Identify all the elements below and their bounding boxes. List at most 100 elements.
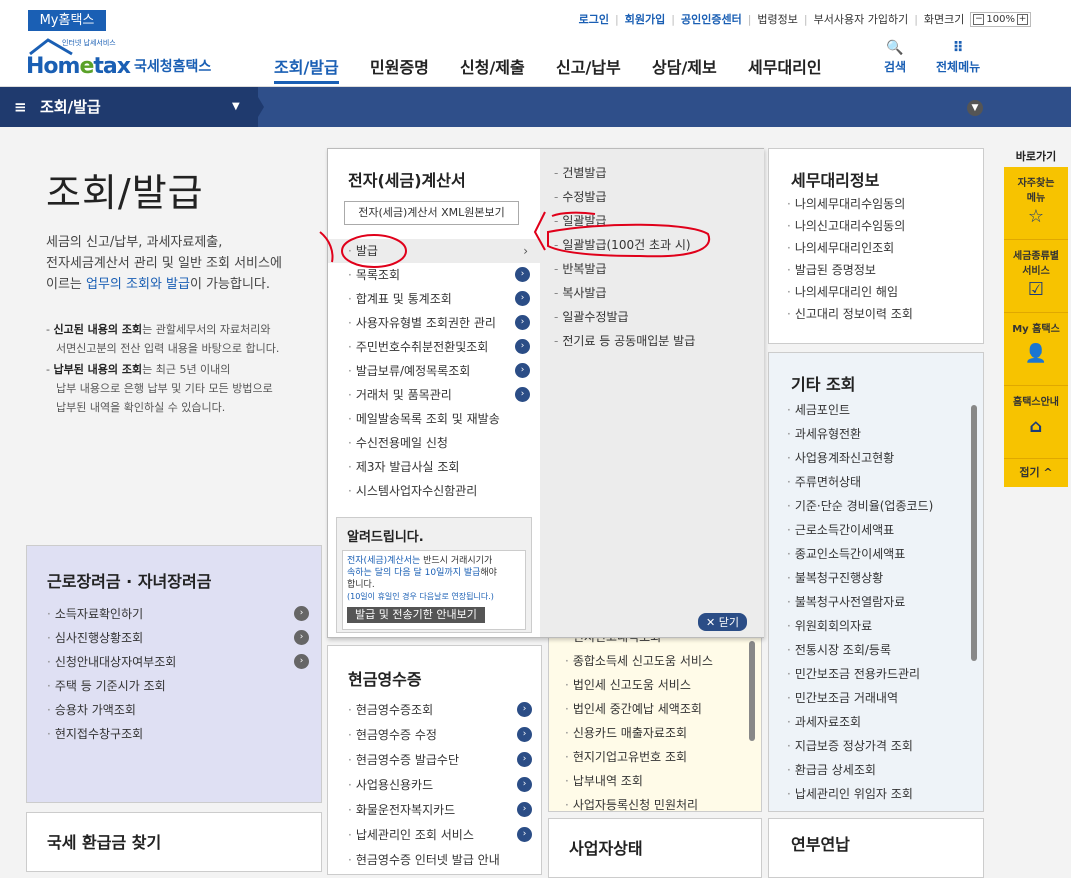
list-item[interactable]: · 시스템사업자수신함관리 bbox=[328, 479, 540, 503]
quick-my-hometax[interactable]: My 홈택스 👤 bbox=[1004, 313, 1068, 386]
list-item[interactable]: · 근로소득간이세액표 bbox=[787, 518, 967, 542]
list-item[interactable]: · 제3자 발급사실 조회 bbox=[328, 455, 540, 479]
list-item[interactable]: · 주택 등 기준시가 조회 bbox=[47, 674, 309, 698]
nav-inquiry-issue[interactable]: 조회/발급 bbox=[274, 54, 339, 84]
list-item[interactable]: · 신용카드 매출자료조회 bbox=[565, 721, 749, 745]
list-item[interactable]: · 민간보조금 전용카드관리 bbox=[787, 662, 967, 686]
submenu-item[interactable]: - 전기료 등 공동매입분 발급 bbox=[554, 329, 754, 353]
logo-name: 국세청홈택스 bbox=[133, 59, 212, 75]
list-item[interactable]: · 과세자료조회 bbox=[787, 710, 967, 734]
quick-frequent-menu[interactable]: 자주찾는 메뉴 ☆ bbox=[1004, 167, 1068, 240]
einvoice-submenu-list: - 건별발급 - 수정발급 - 일괄발급 - 일괄발급(100건 초과 시) - 반복발급… bbox=[554, 161, 754, 353]
list-item[interactable]: · 메일발송목록 조회 및 재발송 bbox=[328, 407, 540, 431]
yearend-title: 연부연납 bbox=[791, 835, 850, 854]
login-link[interactable]: 로그인 bbox=[579, 11, 609, 27]
list-item[interactable]: · 나의세무대리수임동의 bbox=[787, 193, 977, 215]
list-item[interactable]: · 현금영수증 발급수단 › bbox=[348, 748, 532, 773]
inquiry-issue-link[interactable]: 업무의 조회와 발급 bbox=[86, 277, 190, 292]
search-button[interactable]: 🔍 검색 bbox=[884, 40, 906, 75]
dept-user-signup-link[interactable]: 부서사용자 가입하기 bbox=[814, 11, 909, 27]
list-item[interactable]: · 나의세무대리인 해임 bbox=[787, 281, 977, 303]
xml-view-button[interactable]: 전자(세금)계산서 XML원본보기 bbox=[344, 201, 519, 225]
submenu-item[interactable]: - 일괄발급(100건 초과 시) bbox=[554, 233, 754, 257]
list-item[interactable]: · 납세관리인 위임자 조회 bbox=[787, 782, 967, 806]
list-item[interactable]: · 세금포인트 bbox=[787, 398, 967, 422]
list-item[interactable]: · 현지접수창구조회 bbox=[47, 722, 309, 746]
list-item[interactable]: · 화물운전자복지카드 › bbox=[348, 798, 532, 823]
all-menu-button[interactable]: ⠿ 전체메뉴 bbox=[936, 40, 980, 75]
list-item[interactable]: · 소득자료확인하기 › bbox=[47, 602, 309, 626]
menu-icon: ≡ bbox=[14, 98, 27, 116]
list-item[interactable]: · 과세유형전환 bbox=[787, 422, 967, 446]
scrollbar[interactable] bbox=[749, 641, 755, 741]
list-item[interactable]: · 심사진행상황조회 › bbox=[47, 626, 309, 650]
submenu-item[interactable]: - 건별발급 bbox=[554, 161, 754, 185]
list-item[interactable]: · 법인세 중간예납 세액조회 bbox=[565, 697, 749, 721]
list-item[interactable]: · 목록조회 › bbox=[328, 263, 540, 287]
tax-agent-title: 세무대리정보 bbox=[791, 171, 880, 190]
close-dropdown-button[interactable]: ✕ 닫기 bbox=[698, 613, 747, 631]
expand-circle-icon[interactable]: ▼ bbox=[967, 100, 983, 116]
list-item[interactable]: · 나의세무대리인조회 bbox=[787, 237, 977, 259]
list-item[interactable]: · 발급보류/예정목록조회 › bbox=[328, 359, 540, 383]
submenu-item[interactable]: - 일괄수정발급 bbox=[554, 305, 754, 329]
submenu-item[interactable]: - 반복발급 bbox=[554, 257, 754, 281]
nav-civil-cert[interactable]: 민원증명 bbox=[370, 54, 429, 78]
list-item[interactable]: · 거래처 및 품목관리 › bbox=[328, 383, 540, 407]
list-item[interactable]: · 수신전용메일 신청 bbox=[328, 431, 540, 455]
zoom-in-icon[interactable]: + bbox=[1017, 13, 1028, 25]
list-item[interactable]: · 신고대리 정보이력 조회 bbox=[787, 303, 977, 325]
list-item[interactable]: · 사업자등록신청 민원처리 bbox=[565, 793, 749, 817]
my-hometax-tab[interactable]: My홈택스 bbox=[28, 10, 106, 31]
scrollbar[interactable] bbox=[971, 405, 977, 661]
breadcrumb-dropdown[interactable]: ≡ 조회/발급 ▼ bbox=[0, 87, 258, 127]
nav-apply-submit[interactable]: 신청/제출 bbox=[460, 54, 525, 78]
list-item[interactable]: · 현금영수증 인터넷 발급 안내 bbox=[348, 848, 532, 873]
submenu-item[interactable]: - 일괄발급 bbox=[554, 209, 754, 233]
list-item[interactable]: · 승용차 가액조회 bbox=[47, 698, 309, 722]
list-item[interactable]: · 기준·단순 경비율(업종코드) bbox=[787, 494, 967, 518]
list-item[interactable]: · 신청안내대상자여부조회 › bbox=[47, 650, 309, 674]
list-item[interactable]: · 주류면허상태 bbox=[787, 470, 967, 494]
list-item[interactable]: · 나의신고대리수임동의 bbox=[787, 215, 977, 237]
deadline-guide-button[interactable]: 발급 및 전송기한 안내보기 bbox=[347, 607, 485, 623]
list-item[interactable]: · 납세관리인 조회 서비스 › bbox=[348, 823, 532, 848]
law-info-link[interactable]: 법령정보 bbox=[757, 11, 797, 27]
list-item[interactable]: · 주민번호수취분전환및조회 › bbox=[328, 335, 540, 359]
einvoice-item-issue[interactable]: · 발급 › bbox=[328, 239, 540, 263]
other-inquiry-box: 기타 조회 · 세금포인트 · 과세유형전환 · 사업용계좌신고현황 · 주류면허상태 … bbox=[768, 352, 984, 812]
list-item[interactable]: · 지급보증 정상가격 조회 bbox=[787, 734, 967, 758]
quick-collapse-button[interactable]: 접기 ^ bbox=[1004, 459, 1068, 487]
list-item[interactable]: · 사용자유형별 조회권한 관리 › bbox=[328, 311, 540, 335]
list-item[interactable]: · 납부내역 조회 bbox=[565, 769, 749, 793]
list-item[interactable]: · 민간보조금 거래내역 bbox=[787, 686, 967, 710]
submenu-item[interactable]: - 수정발급 bbox=[554, 185, 754, 209]
list-item[interactable]: · 현지기업고유번호 조회 bbox=[565, 745, 749, 769]
list-item[interactable]: · 법인세 신고도움 서비스 bbox=[565, 673, 749, 697]
list-item[interactable]: · 현금영수증조회 › bbox=[348, 698, 532, 723]
list-item[interactable]: · 사업용신용카드 › bbox=[348, 773, 532, 798]
list-item[interactable]: · 불복청구진행상황 bbox=[787, 566, 967, 590]
list-item[interactable]: · 전통시장 조회/등록 bbox=[787, 638, 967, 662]
submenu-item[interactable]: - 복사발급 bbox=[554, 281, 754, 305]
signup-link[interactable]: 회원가입 bbox=[625, 11, 665, 27]
list-item[interactable]: · 발급된 증명정보 bbox=[787, 259, 977, 281]
cash-receipt-list: · 현금영수증조회 › · 현금영수증 수정 › · 현금영수증 발급수단 › · 사업용신용… bbox=[348, 698, 532, 873]
nav-tax-agent[interactable]: 세무대리인 bbox=[748, 54, 822, 78]
zoom-out-icon[interactable]: − bbox=[973, 13, 985, 25]
list-item[interactable]: · 종교인소득간이세액표 bbox=[787, 542, 967, 566]
list-item[interactable]: · 종합소득세 신고도움 서비스 bbox=[565, 649, 749, 673]
cert-center-link[interactable]: 공인인증센터 bbox=[681, 11, 742, 27]
nav-consult-report[interactable]: 상담/제보 bbox=[652, 54, 717, 78]
list-item[interactable]: · 합계표 및 통계조회 › bbox=[328, 287, 540, 311]
list-item[interactable]: · 환급금 상세조회 bbox=[787, 758, 967, 782]
quick-hometax-guide[interactable]: 홈택스안내 ⌂ bbox=[1004, 386, 1068, 459]
nav-report-pay[interactable]: 신고/납부 bbox=[556, 54, 621, 78]
einvoice-dropdown: 전자(세금)계산서 전자(세금)계산서 XML원본보기 · 발급 › · 목록조회 › … bbox=[327, 148, 764, 638]
quick-tax-type-service[interactable]: 세금종류별 서비스 ☑ bbox=[1004, 240, 1068, 313]
hometax-logo[interactable]: 인터넷 납세서비스 Hometax 국세청홈택스 bbox=[26, 38, 212, 79]
list-item[interactable]: · 위원회회의자료 bbox=[787, 614, 967, 638]
list-item[interactable]: · 현금영수증 수정 › bbox=[348, 723, 532, 748]
list-item[interactable]: · 불복청구사전열람자료 bbox=[787, 590, 967, 614]
list-item[interactable]: · 사업용계좌신고현황 bbox=[787, 446, 967, 470]
